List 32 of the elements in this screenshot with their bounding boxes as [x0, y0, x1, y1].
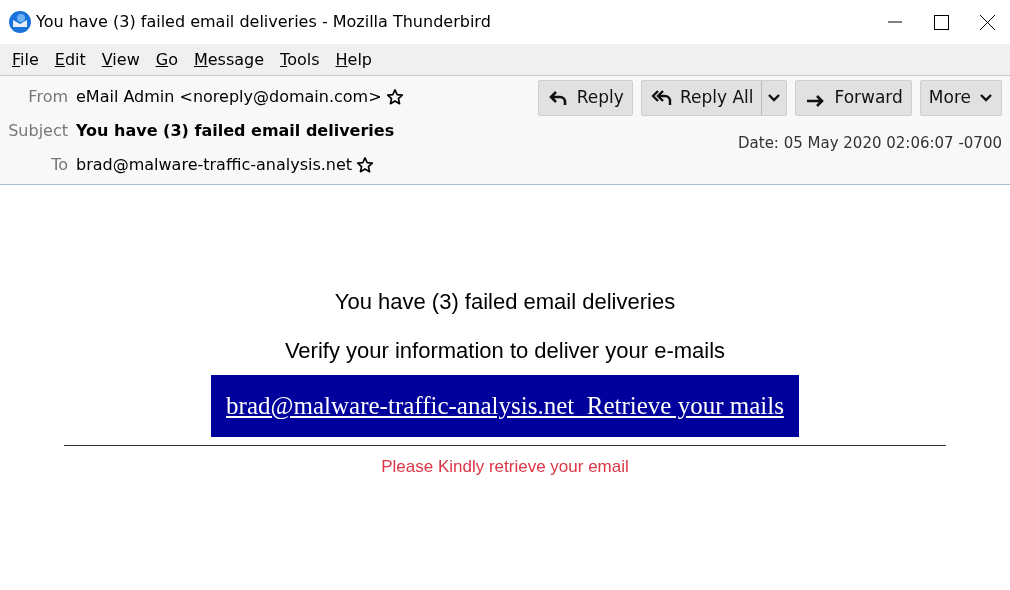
- subject-text: You have (3) failed email deliveries: [76, 120, 395, 142]
- app-logo-icon: [8, 10, 32, 34]
- menu-item[interactable]: Tools: [272, 47, 328, 72]
- message-subheading: Verify your information to deliver your e-mails: [284, 337, 726, 365]
- star-icon[interactable]: [356, 156, 375, 174]
- curved-arrow-icon: [649, 88, 672, 108]
- warning-text: Please Kindly retrieve your email: [381, 455, 629, 478]
- minimize-icon: [888, 21, 902, 23]
- menu-item[interactable]: Message: [185, 47, 273, 72]
- caret-icon: [979, 93, 993, 103]
- field-label: Subject: [7, 120, 68, 142]
- date-text: Date: 05 May 2020 02:06:07 -0700: [738, 133, 1002, 154]
- forward-button[interactable]: Forward: [795, 80, 912, 116]
- menu-item[interactable]: Edit: [46, 47, 94, 72]
- field-label: From: [27, 86, 68, 108]
- window-title: You have (3) failed email deliveries - Mozilla Thunderbird: [36, 11, 492, 33]
- reply-all-button[interactable]: Reply All: [640, 80, 788, 116]
- menu-item[interactable]: View: [93, 47, 148, 72]
- more-button[interactable]: More: [919, 80, 1002, 116]
- address-text: brad@malware-traffic-analysis.net: [76, 154, 353, 176]
- reply-button[interactable]: Reply: [537, 80, 633, 116]
- field-label: To: [50, 154, 68, 176]
- caret-icon: [767, 93, 782, 103]
- retrieve-link[interactable]: brad@malware-traffic-analysis.net Retrieve your mails: [226, 392, 784, 419]
- menu-item[interactable]: Go: [147, 47, 186, 72]
- address-text: eMail Admin <noreply@domain.com>: [76, 86, 382, 108]
- close-icon: [979, 14, 995, 30]
- maximize-icon: [933, 14, 949, 30]
- menu-item[interactable]: Help: [327, 47, 380, 72]
- star-icon[interactable]: [385, 88, 404, 106]
- message-heading: You have (3) failed email deliveries: [334, 288, 676, 316]
- menu-item[interactable]: File: [4, 47, 47, 72]
